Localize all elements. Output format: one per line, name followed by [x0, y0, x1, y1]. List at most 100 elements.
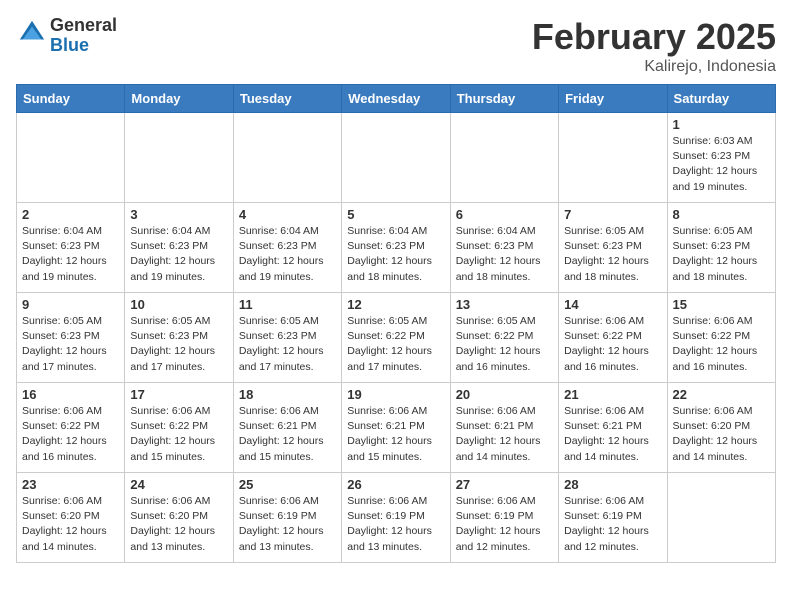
calendar-cell: 6Sunrise: 6:04 AMSunset: 6:23 PMDaylight…: [450, 203, 558, 293]
calendar-cell: 2 Sunrise: 6:04 AMSunset: 6:23 PMDaylight…: [17, 203, 125, 293]
title-block: February 2025 Kalirejo, Indonesia: [532, 16, 776, 76]
day-number: 18: [239, 387, 336, 402]
column-header-monday: Monday: [125, 85, 233, 113]
day-info: Sunrise: 6:05 AMSunset: 6:23 PMDaylight:…: [239, 314, 336, 375]
day-info: Sunrise: 6:06 AMSunset: 6:22 PMDaylight:…: [673, 314, 770, 375]
day-number: 2: [22, 207, 119, 222]
week-row-5: 23 Sunrise: 6:06 AMSunset: 6:20 PMDayligh…: [17, 473, 776, 563]
calendar-cell: 26 Sunrise: 6:06 AMSunset: 6:19 PMDayligh…: [342, 473, 450, 563]
calendar-cell: 22 Sunrise: 6:06 AMSunset: 6:20 PMDayligh…: [667, 383, 775, 473]
calendar-cell: 19 Sunrise: 6:06 AMSunset: 6:21 PMDayligh…: [342, 383, 450, 473]
day-info: Sunrise: 6:05 AMSunset: 6:23 PMDaylight:…: [130, 314, 227, 375]
week-row-3: 9 Sunrise: 6:05 AMSunset: 6:23 PMDaylight…: [17, 293, 776, 383]
day-info: Sunrise: 6:05 AMSunset: 6:22 PMDaylight:…: [456, 314, 553, 375]
calendar-cell: 5 Sunrise: 6:04 AMSunset: 6:23 PMDaylight…: [342, 203, 450, 293]
logo-general-text: General: [50, 15, 117, 35]
day-number: 17: [130, 387, 227, 402]
calendar-cell: [559, 113, 667, 203]
day-number: 1: [673, 117, 770, 132]
day-number: 19: [347, 387, 444, 402]
day-info: Sunrise: 6:06 AMSunset: 6:21 PMDaylight:…: [456, 404, 553, 465]
day-info: Sunrise: 6:04 AMSunset: 6:23 PMDaylight:…: [456, 224, 553, 285]
calendar-cell: 17Sunrise: 6:06 AMSunset: 6:22 PMDayligh…: [125, 383, 233, 473]
logo-icon: [18, 19, 46, 47]
calendar-cell: 11 Sunrise: 6:05 AMSunset: 6:23 PMDayligh…: [233, 293, 341, 383]
day-number: 25: [239, 477, 336, 492]
calendar-cell: 8 Sunrise: 6:05 AMSunset: 6:23 PMDaylight…: [667, 203, 775, 293]
month-title: February 2025: [532, 16, 776, 58]
day-info: Sunrise: 6:04 AMSunset: 6:23 PMDaylight:…: [130, 224, 227, 285]
day-number: 24: [130, 477, 227, 492]
day-info: Sunrise: 6:06 AMSunset: 6:20 PMDaylight:…: [22, 494, 119, 555]
calendar-cell: 9Sunrise: 6:05 AMSunset: 6:23 PMDaylight…: [17, 293, 125, 383]
calendar-cell: [233, 113, 341, 203]
calendar-cell: 14 Sunrise: 6:06 AMSunset: 6:22 PMDayligh…: [559, 293, 667, 383]
calendar-cell: 3 Sunrise: 6:04 AMSunset: 6:23 PMDaylight…: [125, 203, 233, 293]
day-number: 26: [347, 477, 444, 492]
day-info: Sunrise: 6:04 AMSunset: 6:23 PMDaylight:…: [347, 224, 444, 285]
day-number: 8: [673, 207, 770, 222]
column-header-saturday: Saturday: [667, 85, 775, 113]
column-header-thursday: Thursday: [450, 85, 558, 113]
day-number: 9: [22, 297, 119, 312]
calendar-cell: 23 Sunrise: 6:06 AMSunset: 6:20 PMDayligh…: [17, 473, 125, 563]
column-header-friday: Friday: [559, 85, 667, 113]
day-number: 23: [22, 477, 119, 492]
day-number: 10: [130, 297, 227, 312]
calendar-table: SundayMondayTuesdayWednesdayThursdayFrid…: [16, 84, 776, 563]
calendar-cell: [17, 113, 125, 203]
calendar-cell: 10 Sunrise: 6:05 AMSunset: 6:23 PMDayligh…: [125, 293, 233, 383]
week-row-4: 16Sunrise: 6:06 AMSunset: 6:22 PMDayligh…: [17, 383, 776, 473]
calendar-cell: 28 Sunrise: 6:06 AMSunset: 6:19 PMDayligh…: [559, 473, 667, 563]
calendar-cell: 20 Sunrise: 6:06 AMSunset: 6:21 PMDayligh…: [450, 383, 558, 473]
day-info: Sunrise: 6:06 AMSunset: 6:19 PMDaylight:…: [456, 494, 553, 555]
day-info: Sunrise: 6:06 AMSunset: 6:21 PMDaylight:…: [239, 404, 336, 465]
calendar-cell: [125, 113, 233, 203]
calendar-cell: 24 Sunrise: 6:06 AMSunset: 6:20 PMDayligh…: [125, 473, 233, 563]
calendar-cell: 16Sunrise: 6:06 AMSunset: 6:22 PMDayligh…: [17, 383, 125, 473]
calendar-cell: 1 Sunrise: 6:03 AMSunset: 6:23 PMDaylight…: [667, 113, 775, 203]
day-info: Sunrise: 6:03 AMSunset: 6:23 PMDaylight:…: [673, 134, 770, 195]
day-info: Sunrise: 6:05 AMSunset: 6:23 PMDaylight:…: [564, 224, 661, 285]
calendar-cell: 15Sunrise: 6:06 AMSunset: 6:22 PMDayligh…: [667, 293, 775, 383]
day-number: 5: [347, 207, 444, 222]
day-info: Sunrise: 6:06 AMSunset: 6:21 PMDaylight:…: [564, 404, 661, 465]
day-info: Sunrise: 6:06 AMSunset: 6:20 PMDaylight:…: [130, 494, 227, 555]
day-number: 28: [564, 477, 661, 492]
calendar-cell: 21 Sunrise: 6:06 AMSunset: 6:21 PMDayligh…: [559, 383, 667, 473]
day-info: Sunrise: 6:04 AMSunset: 6:23 PMDaylight:…: [22, 224, 119, 285]
day-info: Sunrise: 6:04 AMSunset: 6:23 PMDaylight:…: [239, 224, 336, 285]
day-number: 13: [456, 297, 553, 312]
calendar-cell: 25Sunrise: 6:06 AMSunset: 6:19 PMDayligh…: [233, 473, 341, 563]
day-number: 7: [564, 207, 661, 222]
logo: General Blue: [16, 16, 117, 56]
day-number: 3: [130, 207, 227, 222]
logo-blue-text: Blue: [50, 35, 89, 55]
day-info: Sunrise: 6:05 AMSunset: 6:23 PMDaylight:…: [673, 224, 770, 285]
day-number: 16: [22, 387, 119, 402]
day-number: 12: [347, 297, 444, 312]
day-info: Sunrise: 6:06 AMSunset: 6:19 PMDaylight:…: [347, 494, 444, 555]
day-number: 21: [564, 387, 661, 402]
day-number: 4: [239, 207, 336, 222]
calendar-cell: 7 Sunrise: 6:05 AMSunset: 6:23 PMDaylight…: [559, 203, 667, 293]
calendar-cell: 27Sunrise: 6:06 AMSunset: 6:19 PMDayligh…: [450, 473, 558, 563]
day-info: Sunrise: 6:05 AMSunset: 6:22 PMDaylight:…: [347, 314, 444, 375]
column-header-wednesday: Wednesday: [342, 85, 450, 113]
page-header: General Blue February 2025 Kalirejo, Ind…: [16, 16, 776, 76]
week-row-2: 2 Sunrise: 6:04 AMSunset: 6:23 PMDaylight…: [17, 203, 776, 293]
calendar-header-row: SundayMondayTuesdayWednesdayThursdayFrid…: [17, 85, 776, 113]
day-number: 11: [239, 297, 336, 312]
calendar-cell: 12 Sunrise: 6:05 AMSunset: 6:22 PMDayligh…: [342, 293, 450, 383]
day-info: Sunrise: 6:06 AMSunset: 6:21 PMDaylight:…: [347, 404, 444, 465]
location-subtitle: Kalirejo, Indonesia: [532, 58, 776, 76]
calendar-cell: 4 Sunrise: 6:04 AMSunset: 6:23 PMDaylight…: [233, 203, 341, 293]
day-info: Sunrise: 6:06 AMSunset: 6:20 PMDaylight:…: [673, 404, 770, 465]
column-header-sunday: Sunday: [17, 85, 125, 113]
day-number: 14: [564, 297, 661, 312]
day-number: 22: [673, 387, 770, 402]
calendar-cell: [450, 113, 558, 203]
day-info: Sunrise: 6:06 AMSunset: 6:22 PMDaylight:…: [564, 314, 661, 375]
day-info: Sunrise: 6:06 AMSunset: 6:19 PMDaylight:…: [564, 494, 661, 555]
day-number: 20: [456, 387, 553, 402]
